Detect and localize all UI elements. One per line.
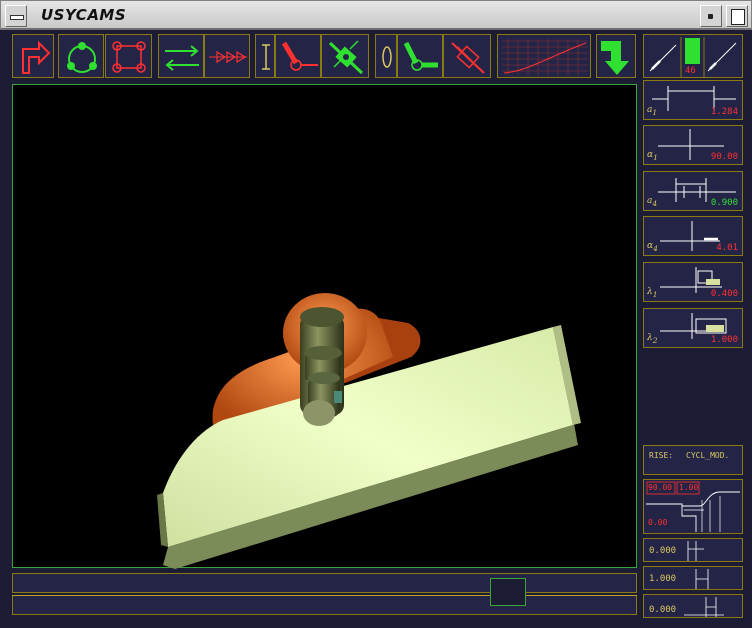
timeline-upper-track[interactable]: [12, 573, 637, 593]
zoom-control[interactable]: 46: [643, 34, 743, 78]
motion-law-selector[interactable]: RISE: CYCL_MOD.: [643, 445, 743, 475]
o-axis-tool-button[interactable]: [375, 34, 397, 78]
circle-points-icon: [67, 42, 97, 73]
parameter-lambda1-panel[interactable]: λ1 0.400: [643, 262, 743, 302]
timeline-line: [12, 595, 637, 596]
window-title: USYCAMS: [41, 6, 127, 24]
forward-arrows-icon: [209, 50, 247, 64]
parameter-lambda2-panel[interactable]: λ2 1.000: [643, 308, 743, 348]
parameter-a4-panel[interactable]: a4 0.900: [643, 171, 743, 211]
3d-viewport[interactable]: [12, 84, 637, 569]
maximize-button[interactable]: [726, 5, 748, 27]
a4-value: 0.900: [710, 198, 738, 208]
lambda1-value: 0.400: [710, 289, 738, 299]
motion-type-label: RISE:: [649, 451, 674, 460]
title-bar: USYCAMS: [0, 0, 752, 30]
square-points-tool-button[interactable]: [105, 34, 152, 78]
parameter-a1-panel[interactable]: a1 1.284: [643, 80, 743, 120]
timeline-slider-handle[interactable]: [490, 578, 526, 606]
cam-follower-3d-render: [157, 293, 581, 569]
i-axis-tool-button[interactable]: [255, 34, 275, 78]
red-slider-icon: [451, 42, 485, 74]
a1-value: 1.284: [710, 107, 738, 117]
rotating-lever-icon: [281, 41, 318, 71]
parameter-alpha1-panel[interactable]: α1 90.00: [643, 125, 743, 165]
grid-diagram-icon: [502, 39, 588, 75]
circle-points-tool-button[interactable]: [58, 34, 104, 78]
lambda2-value: 1.000: [710, 335, 738, 345]
alpha4-value: 4.01: [716, 243, 738, 253]
sliding-joint-icon: [328, 40, 364, 75]
oval-icon: [382, 46, 392, 68]
square-points-icon: [112, 41, 146, 73]
minimize-button[interactable]: [700, 5, 722, 27]
bottom-value-field-2[interactable]: 1.000: [643, 566, 743, 590]
forward-arrows-tool-button[interactable]: [204, 34, 250, 78]
motion-graph-offset: 0.00: [648, 518, 668, 527]
turn-arrow-icon: [22, 40, 51, 74]
down-arrow-icon: [601, 41, 629, 75]
motion-graph-angle: 90.00: [648, 483, 673, 492]
motion-law-label: CYCL_MOD.: [686, 451, 730, 460]
down-arrow-tool-button[interactable]: [596, 34, 636, 78]
parameter-alpha4-panel[interactable]: α4 4.01: [643, 216, 743, 256]
red-slider-tool-button[interactable]: [443, 34, 491, 78]
swap-arrows-tool-button[interactable]: [158, 34, 204, 78]
bottom-value-field-1[interactable]: 0.000: [643, 538, 743, 562]
motion-graph-panel[interactable]: 90.00 1.00 0.00: [643, 479, 743, 534]
zoom-value: 46: [685, 66, 696, 76]
motion-graph-scale: 1.00: [679, 483, 699, 492]
green-lever-tool-button[interactable]: [397, 34, 443, 78]
green-lever-icon: [403, 41, 438, 71]
timeline[interactable]: [12, 573, 637, 625]
rotating-lever-tool-button[interactable]: [275, 34, 321, 78]
turn-arrow-tool-button[interactable]: [12, 34, 54, 78]
i-beam-icon: [262, 44, 270, 70]
swap-arrows-icon: [165, 45, 199, 71]
timeline-lower-track[interactable]: [12, 595, 637, 615]
window-menu-button[interactable]: [5, 5, 27, 27]
alpha1-value: 90.00: [710, 152, 738, 162]
sliding-joint-tool-button[interactable]: [321, 34, 369, 78]
motion-diagram-tool-button[interactable]: [497, 34, 591, 78]
app-area: 46 a1 1.284 α1 90.00 a4 0.900 α4 4.01 λ1…: [0, 30, 752, 628]
bottom-value-field-3[interactable]: 0.000: [643, 594, 743, 618]
